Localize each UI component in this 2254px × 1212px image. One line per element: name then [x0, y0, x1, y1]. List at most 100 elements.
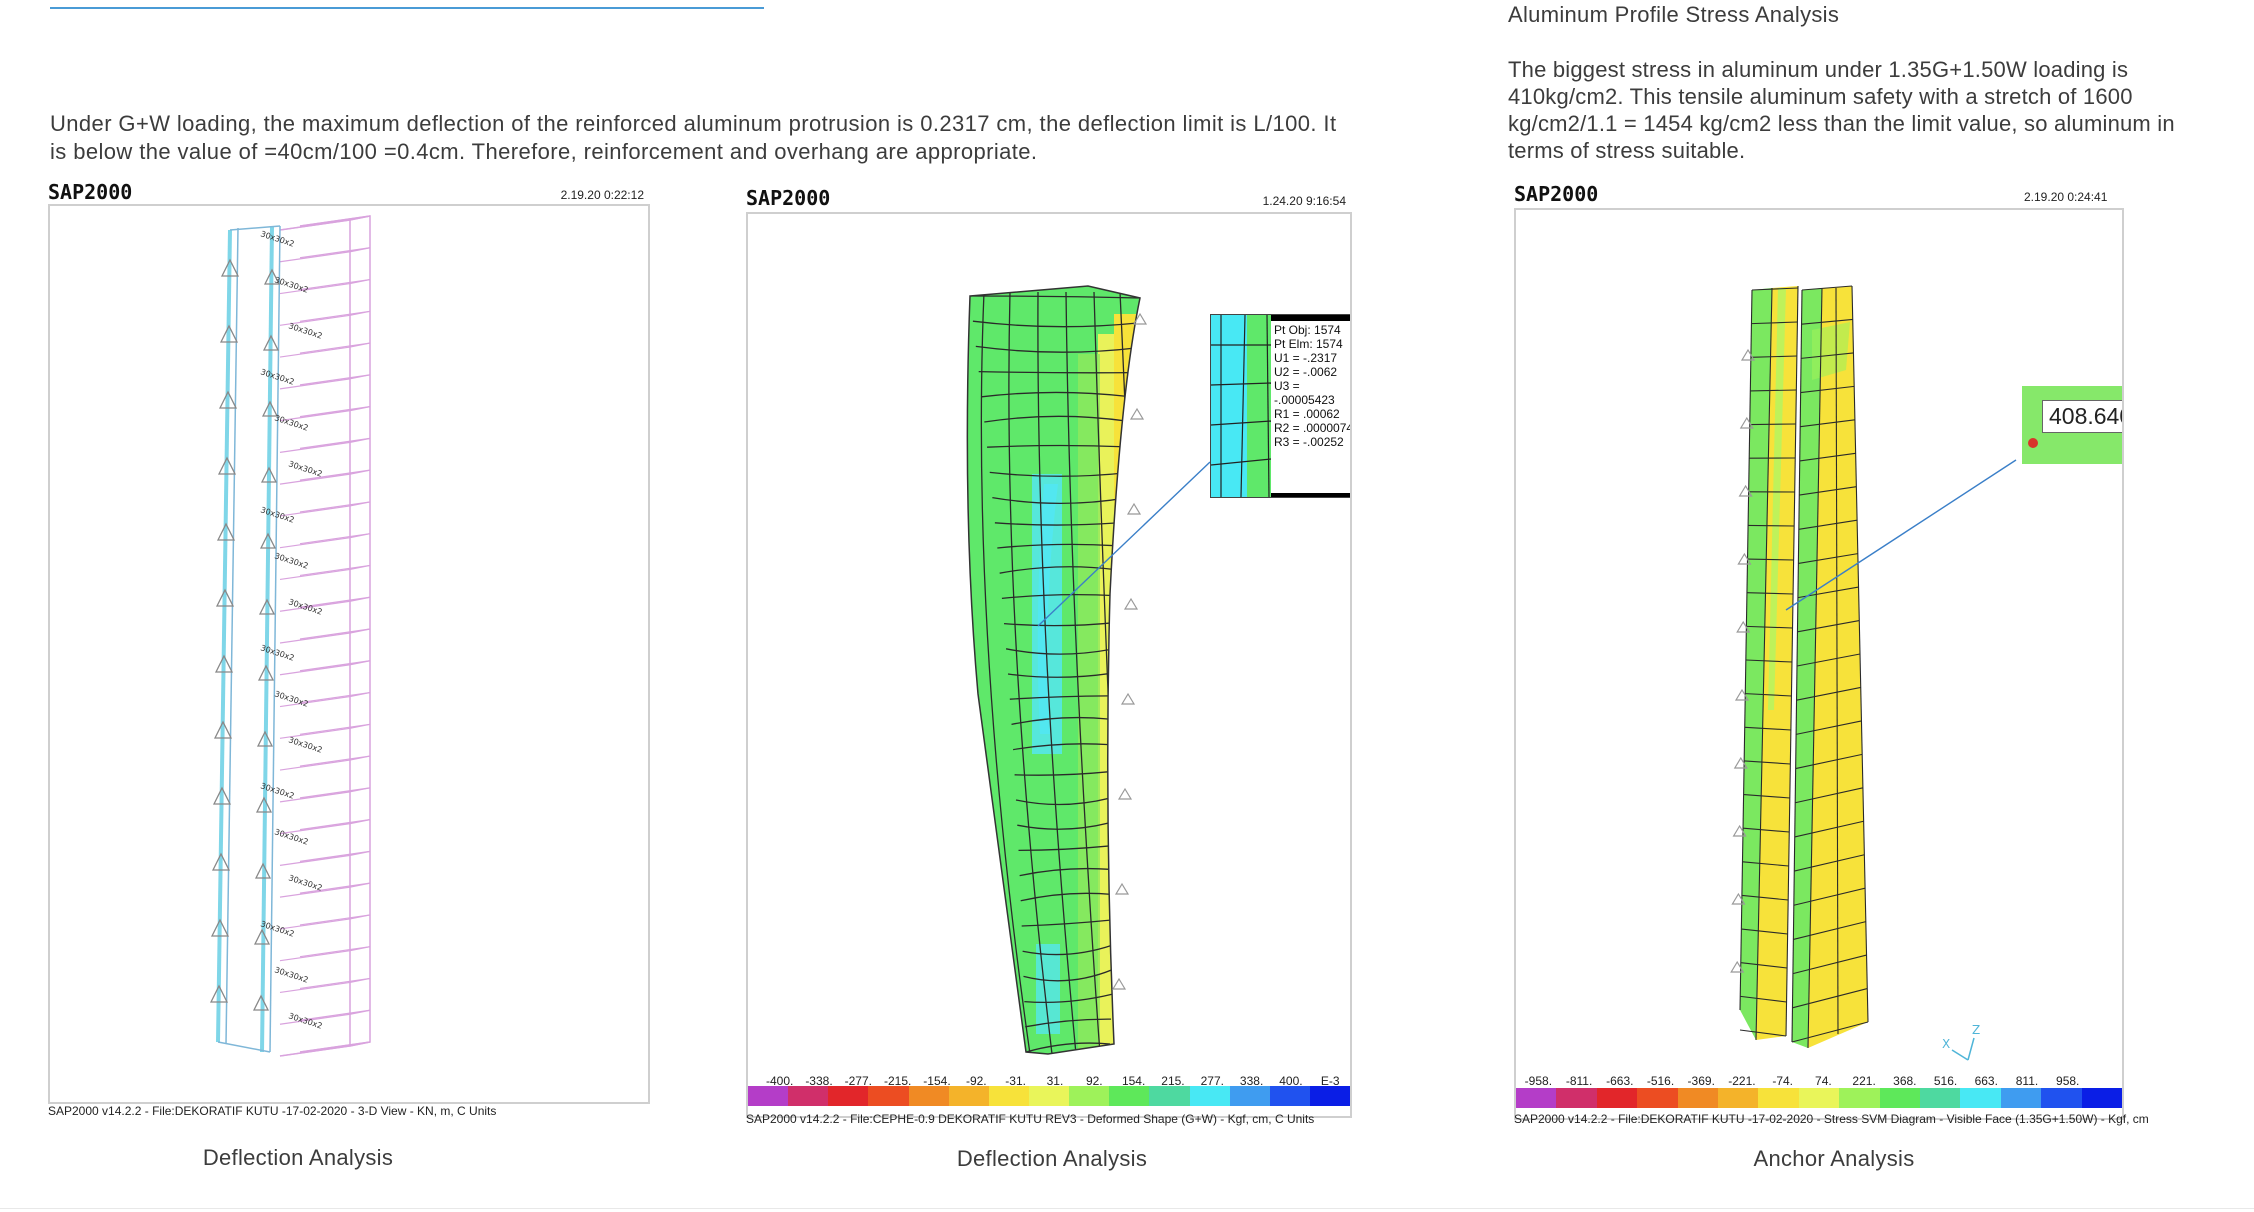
scale-segment	[1879, 1088, 1921, 1108]
member-section-label: 30x30x2	[273, 551, 309, 570]
scale-segment	[2000, 1088, 2042, 1108]
model-viewport: Z X 408.640813	[1514, 208, 2124, 1120]
viewport-footer: SAP2000 v14.2.2 - File:CEPHE-0.9 DEKORAT…	[746, 1112, 1315, 1126]
scale-segment	[1556, 1088, 1597, 1108]
scale-label: E-3	[1320, 1074, 1340, 1088]
panel-stress-svm: SAP2000 2.19.20 0:24:41 Z X 408.640813	[1514, 182, 2234, 1171]
timestamp: 2.19.20 0:22:12	[560, 188, 644, 202]
scale-segment	[868, 1086, 909, 1106]
panel-caption: Deflection Analysis	[956, 1146, 1148, 1171]
scale-label: -663.	[1606, 1074, 1634, 1088]
viewport-footer: SAP2000 v14.2.2 - File:DEKORATIF KUTU -1…	[1514, 1112, 2149, 1126]
support-arrow-icon	[1114, 882, 1130, 895]
member-section-label: 30x30x2	[287, 597, 323, 616]
scale-segment	[1960, 1088, 2001, 1108]
support-arrow-icon	[1111, 977, 1127, 990]
scale-segment	[1920, 1088, 1961, 1108]
scale-segment	[908, 1086, 949, 1106]
scale-label: 154.	[1121, 1074, 1146, 1088]
scale-label: -277.	[844, 1074, 872, 1088]
scale-label: -516.	[1646, 1074, 1675, 1088]
scale-segment	[1758, 1088, 1799, 1108]
callout-readout: Pt Obj: 1574 Pt Elm: 1574 U1 = -.2317 U2 = …	[1271, 321, 1350, 493]
sap2000-brand: SAP2000	[746, 186, 831, 210]
scale-segment	[748, 1086, 789, 1106]
panel-caption: Deflection Analysis	[202, 1145, 394, 1170]
model-viewport: 30x30x2 30x30x2 30x30x2 30x30x2 30x30x2 30x30…	[48, 204, 650, 1104]
scale-segment	[828, 1086, 869, 1106]
scale-label: -215.	[883, 1074, 912, 1088]
stress-analysis-paragraph: The biggest stress in aluminum under 1.3…	[1508, 57, 2175, 163]
support-arrow-icon	[1123, 597, 1139, 610]
color-scale-labels: -958. -811. -663. -516. -369. -221. -74. 74. 221…	[1518, 1074, 2088, 1088]
scale-label: -338.	[805, 1074, 833, 1088]
scale-label: 811.	[2015, 1074, 2039, 1088]
scale-label: 277.	[1200, 1074, 1224, 1088]
panel-caption: Anchor Analysis	[1753, 1146, 1915, 1171]
callout-line: Pt Obj: 1574	[1274, 323, 1341, 337]
member-section-label: 30x30x2	[287, 321, 323, 340]
model-viewport: Pt Obj: 1574 Pt Elm: 1574 U1 = -.2317 U2 = …	[746, 212, 1352, 1118]
scale-label: -92.	[965, 1074, 987, 1088]
scale-label: 92.	[1085, 1074, 1103, 1088]
scale-segment	[1069, 1086, 1110, 1106]
stress-value-callout: 408.640813	[2022, 386, 2122, 464]
scale-label: -31.	[1005, 1074, 1026, 1088]
timestamp: 2.19.20 0:24:41	[2024, 190, 2108, 204]
scale-label: 958.	[2056, 1074, 2080, 1088]
scale-label: 221.	[1852, 1074, 1876, 1088]
scale-segment	[1028, 1086, 1070, 1106]
callout-line: U1 = -.2317	[1274, 351, 1338, 365]
intro-paragraph: Under G+W loading, the maximum deflectio…	[50, 111, 1337, 164]
scale-segment	[1718, 1088, 1759, 1108]
scale-label: 215.	[1161, 1074, 1185, 1088]
scale-label: -221.	[1728, 1074, 1756, 1088]
scale-label: 368.	[1893, 1074, 1917, 1088]
color-scale-labels: -400. -338. -277. -215. -154. -92. -31. 31. 92. 1…	[760, 1074, 1350, 1088]
member-section-label: 30x30x2	[259, 229, 295, 248]
axis-triad-icon	[1951, 1037, 1975, 1061]
scale-segment	[988, 1086, 1029, 1106]
scale-segment	[1516, 1088, 1557, 1108]
member-section-label: 30x30x2	[273, 689, 309, 708]
callout-line: Pt Elm: 1574	[1274, 337, 1343, 351]
member-section-label: 30x30x2	[273, 965, 309, 984]
scale-segment	[1109, 1086, 1150, 1106]
viewport-footer: SAP2000 v14.2.2 - File:DEKORATIF KUTU -1…	[48, 1104, 497, 1118]
member-section-label: 30x30x2	[287, 1011, 323, 1030]
scale-segment	[2081, 1088, 2123, 1108]
page-bottom-rule	[0, 1208, 2254, 1209]
support-arrow-icon	[1117, 787, 1133, 800]
callout-line: U3 = -.00005423	[1274, 379, 1335, 407]
callout-line: R1 = .00062	[1274, 407, 1340, 421]
support-arrow-icon	[1126, 502, 1142, 515]
scale-segment	[1309, 1086, 1351, 1106]
max-point-marker	[2028, 438, 2038, 448]
panel-deflection-shape: SAP2000 1.24.20 9:16:54 Pt Obj: 1574 Pt …	[746, 186, 1358, 1171]
scale-label: 31.	[1046, 1074, 1064, 1088]
scale-segment	[1637, 1088, 1678, 1108]
callout-zoom-graphic	[1211, 315, 1271, 497]
scale-segment	[1229, 1086, 1270, 1106]
timestamp: 1.24.20 9:16:54	[1262, 194, 1346, 208]
scale-segment	[1839, 1088, 1880, 1108]
scale-label: -369.	[1687, 1074, 1715, 1088]
support-arrow-icon	[1120, 692, 1136, 705]
support-arrow-icon	[1129, 407, 1145, 420]
scale-segment	[1149, 1086, 1190, 1106]
displacement-callout: Pt Obj: 1574 Pt Elm: 1574 U1 = -.2317 U2 = …	[1210, 314, 1350, 498]
scale-segment	[1677, 1088, 1719, 1108]
member-section-label: 30x30x2	[287, 735, 323, 754]
member-section-label: 30x30x2	[259, 505, 295, 524]
scale-label: 400.	[1279, 1074, 1303, 1088]
color-scale-bar	[748, 1086, 1351, 1106]
axis-label-z: Z	[1972, 1023, 1980, 1037]
sap2000-brand: SAP2000	[48, 180, 133, 204]
member-section-label: 30x30x2	[287, 459, 323, 478]
panel-deflection-3d: SAP2000 2.19.20 0:22:12 30x30x2 30x30x2 …	[48, 180, 652, 1170]
scale-label: 663.	[1974, 1074, 1998, 1088]
top-divider	[50, 7, 764, 9]
member-section-label: 30x30x2	[287, 873, 323, 892]
scale-segment	[1189, 1086, 1230, 1106]
scale-segment	[2041, 1088, 2082, 1108]
